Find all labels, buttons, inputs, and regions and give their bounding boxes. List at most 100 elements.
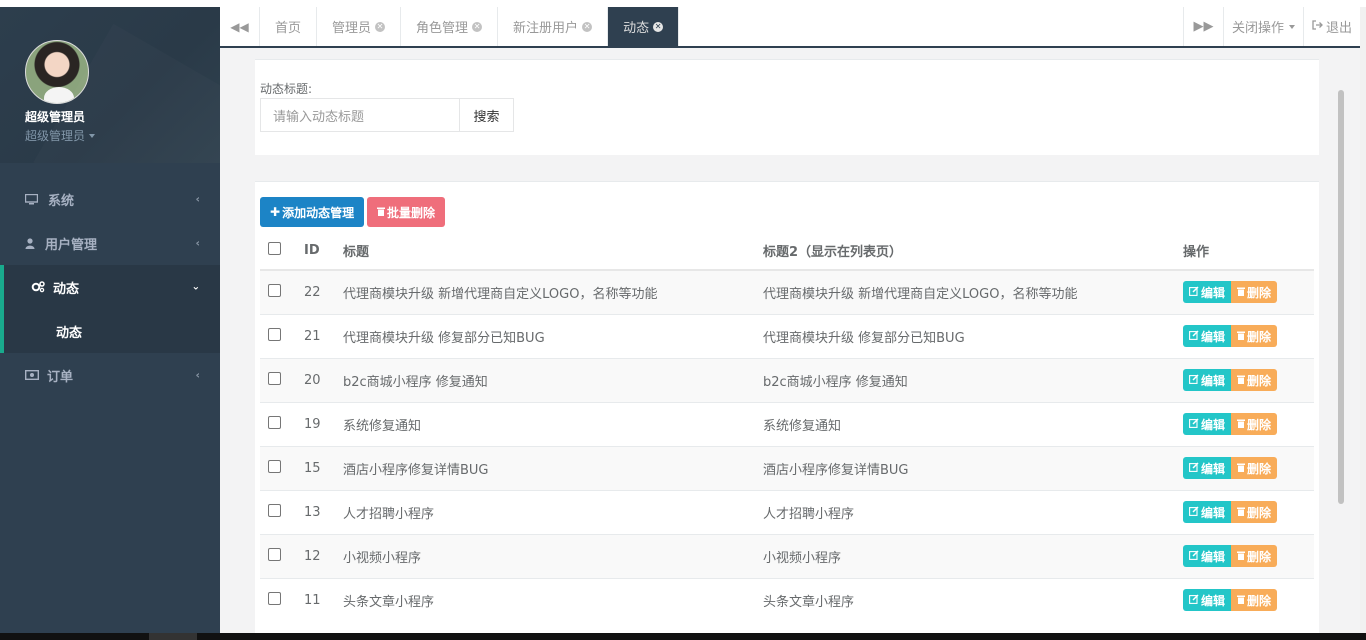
cell-ops: 编辑 删除 <box>1175 357 1314 402</box>
cell-title: 头条文章小程序 <box>335 577 755 622</box>
row-checkbox[interactable] <box>268 371 281 385</box>
edit-button[interactable]: 编辑 <box>1183 589 1232 612</box>
trash-icon <box>1237 285 1246 299</box>
sidebar-item-users[interactable]: 用户管理 ‹ <box>0 221 220 265</box>
tab-scroll-right-button[interactable]: ▶▶ <box>1182 7 1223 46</box>
row-checkbox[interactable] <box>268 459 281 473</box>
delete-button[interactable]: 删除 <box>1231 589 1278 612</box>
column-header-title2[interactable]: 标题2（显示在列表页） <box>755 232 1175 271</box>
cell-title: 小视频小程序 <box>335 533 755 578</box>
content-scrollbar-thumb[interactable] <box>1338 90 1344 504</box>
close-icon[interactable]: ✕ <box>472 21 483 32</box>
cell-title2: 头条文章小程序 <box>755 577 1175 622</box>
edit-button[interactable]: 编辑 <box>1183 325 1232 347</box>
search-button[interactable]: 搜索 <box>459 98 514 132</box>
chevron-down-icon: ⌄ <box>191 281 200 293</box>
search-input[interactable]: 请输入动态标题 <box>260 98 460 132</box>
row-checkbox-cell <box>260 269 296 314</box>
delete-button[interactable]: 删除 <box>1231 545 1278 567</box>
trash-icon <box>1237 417 1246 431</box>
close-icon[interactable]: ✕ <box>653 21 664 32</box>
cell-id: 15 <box>296 445 335 490</box>
delete-button[interactable]: 删除 <box>1231 457 1278 479</box>
cell-id: 22 <box>296 269 335 314</box>
row-checkbox[interactable] <box>268 283 281 297</box>
cell-title2: 代理商模块升级 修复部分已知BUG <box>755 313 1175 358</box>
sidebar-item-orders[interactable]: 订单 ‹ <box>0 353 220 397</box>
table-row: 15 酒店小程序修复详情BUG 酒店小程序修复详情BUG 编辑 删除 <box>260 445 1314 490</box>
row-actions: 编辑 删除 <box>1183 369 1306 391</box>
delete-button[interactable]: 删除 <box>1231 413 1278 435</box>
row-checkbox-cell <box>260 489 296 534</box>
tab-roles[interactable]: 角色管理 ✕ <box>401 7 499 46</box>
taskbar-item[interactable] <box>149 633 197 640</box>
edit-button[interactable]: 编辑 <box>1183 413 1232 435</box>
table-row: 22 代理商模块升级 新增代理商自定义LOGO，名称等功能 代理商模块升级 新增代理… <box>260 269 1314 314</box>
cell-id: 12 <box>296 533 335 578</box>
row-checkbox-cell <box>260 445 296 490</box>
row-checkbox[interactable] <box>268 415 281 429</box>
close-operations-dropdown[interactable]: 关闭操作 <box>1222 7 1303 46</box>
cell-title: 代理商模块升级 修复部分已知BUG <box>335 313 755 358</box>
row-actions: 编辑 删除 <box>1183 325 1306 347</box>
edit-icon <box>1189 593 1199 607</box>
profile-panel: 超级管理员 超级管理员 <box>0 7 220 163</box>
row-checkbox[interactable] <box>268 327 281 341</box>
monitor-icon <box>25 193 41 205</box>
row-checkbox-cell <box>260 313 296 358</box>
sidebar: 超级管理员 超级管理员 系统 ‹ 用户管理 ‹ 动态 ⌄ 动态 订单 ‹ <box>0 7 220 633</box>
edit-label: 编辑 <box>1201 417 1226 432</box>
row-checkbox[interactable] <box>268 591 281 605</box>
column-header-title[interactable]: 标题 <box>335 232 755 271</box>
row-actions: 编辑 删除 <box>1183 457 1306 479</box>
close-icon[interactable]: ✕ <box>582 21 593 32</box>
sidebar-item-system[interactable]: 系统 ‹ <box>0 177 220 221</box>
edit-button[interactable]: 编辑 <box>1183 281 1232 304</box>
double-chevron-left-icon: ◀◀ <box>230 19 249 34</box>
cell-ops: 编辑 删除 <box>1175 533 1314 578</box>
cell-ops: 编辑 删除 <box>1175 313 1314 358</box>
sidebar-item-dynamics[interactable]: 动态 ⌄ <box>0 265 220 309</box>
tab-home[interactable]: 首页 <box>260 7 318 46</box>
tab-new-users[interactable]: 新注册用户 ✕ <box>498 7 609 46</box>
tab-admins[interactable]: 管理员 ✕ <box>317 7 402 46</box>
edit-label: 编辑 <box>1201 373 1226 388</box>
delete-button[interactable]: 删除 <box>1231 369 1278 391</box>
sidebar-subitem-dynamics[interactable]: 动态 <box>0 309 220 353</box>
cell-id: 11 <box>296 577 335 622</box>
page-scrollbar-track[interactable] <box>1360 7 1366 633</box>
delete-label: 删除 <box>1247 461 1272 476</box>
top-strip <box>0 0 1366 7</box>
add-dynamic-button[interactable]: ✚ 添加动态管理 <box>260 197 365 227</box>
row-checkbox[interactable] <box>268 547 281 561</box>
tab-dynamics[interactable]: 动态 ✕ <box>608 7 680 46</box>
edit-button[interactable]: 编辑 <box>1183 545 1232 567</box>
avatar[interactable] <box>25 40 89 104</box>
logout-button[interactable]: 退出 <box>1302 7 1360 46</box>
edit-button[interactable]: 编辑 <box>1183 457 1232 479</box>
column-header-id[interactable]: ID <box>296 232 335 271</box>
row-checkbox[interactable] <box>268 503 281 517</box>
edit-label: 编辑 <box>1201 329 1226 344</box>
cell-title: 人才招聘小程序 <box>335 489 755 534</box>
profile-role-dropdown[interactable]: 超级管理员 <box>25 127 96 144</box>
edit-icon <box>1189 417 1199 431</box>
cell-title2: 代理商模块升级 新增代理商自定义LOGO，名称等功能 <box>755 269 1175 314</box>
delete-button[interactable]: 删除 <box>1231 501 1278 523</box>
edit-icon <box>1189 285 1199 299</box>
batch-delete-button[interactable]: 批量删除 <box>367 197 446 227</box>
edit-button[interactable]: 编辑 <box>1183 369 1232 391</box>
table-panel: ✚ 添加动态管理 批量删除 ID 标题 标题2（显示在列表页） 操作 22 代理商… <box>255 181 1319 633</box>
cell-id: 20 <box>296 357 335 402</box>
tab-label: 首页 <box>275 21 302 36</box>
edit-icon <box>1189 461 1199 475</box>
tab-scroll-left-button[interactable]: ◀◀ <box>220 7 260 46</box>
delete-button[interactable]: 删除 <box>1231 325 1278 347</box>
delete-button[interactable]: 删除 <box>1231 281 1278 304</box>
delete-label: 删除 <box>1247 373 1272 388</box>
select-all-checkbox[interactable] <box>268 242 281 255</box>
edit-button[interactable]: 编辑 <box>1183 501 1232 523</box>
close-icon[interactable]: ✕ <box>375 21 386 32</box>
row-actions: 编辑 删除 <box>1183 545 1306 567</box>
edit-label: 编辑 <box>1201 285 1226 300</box>
